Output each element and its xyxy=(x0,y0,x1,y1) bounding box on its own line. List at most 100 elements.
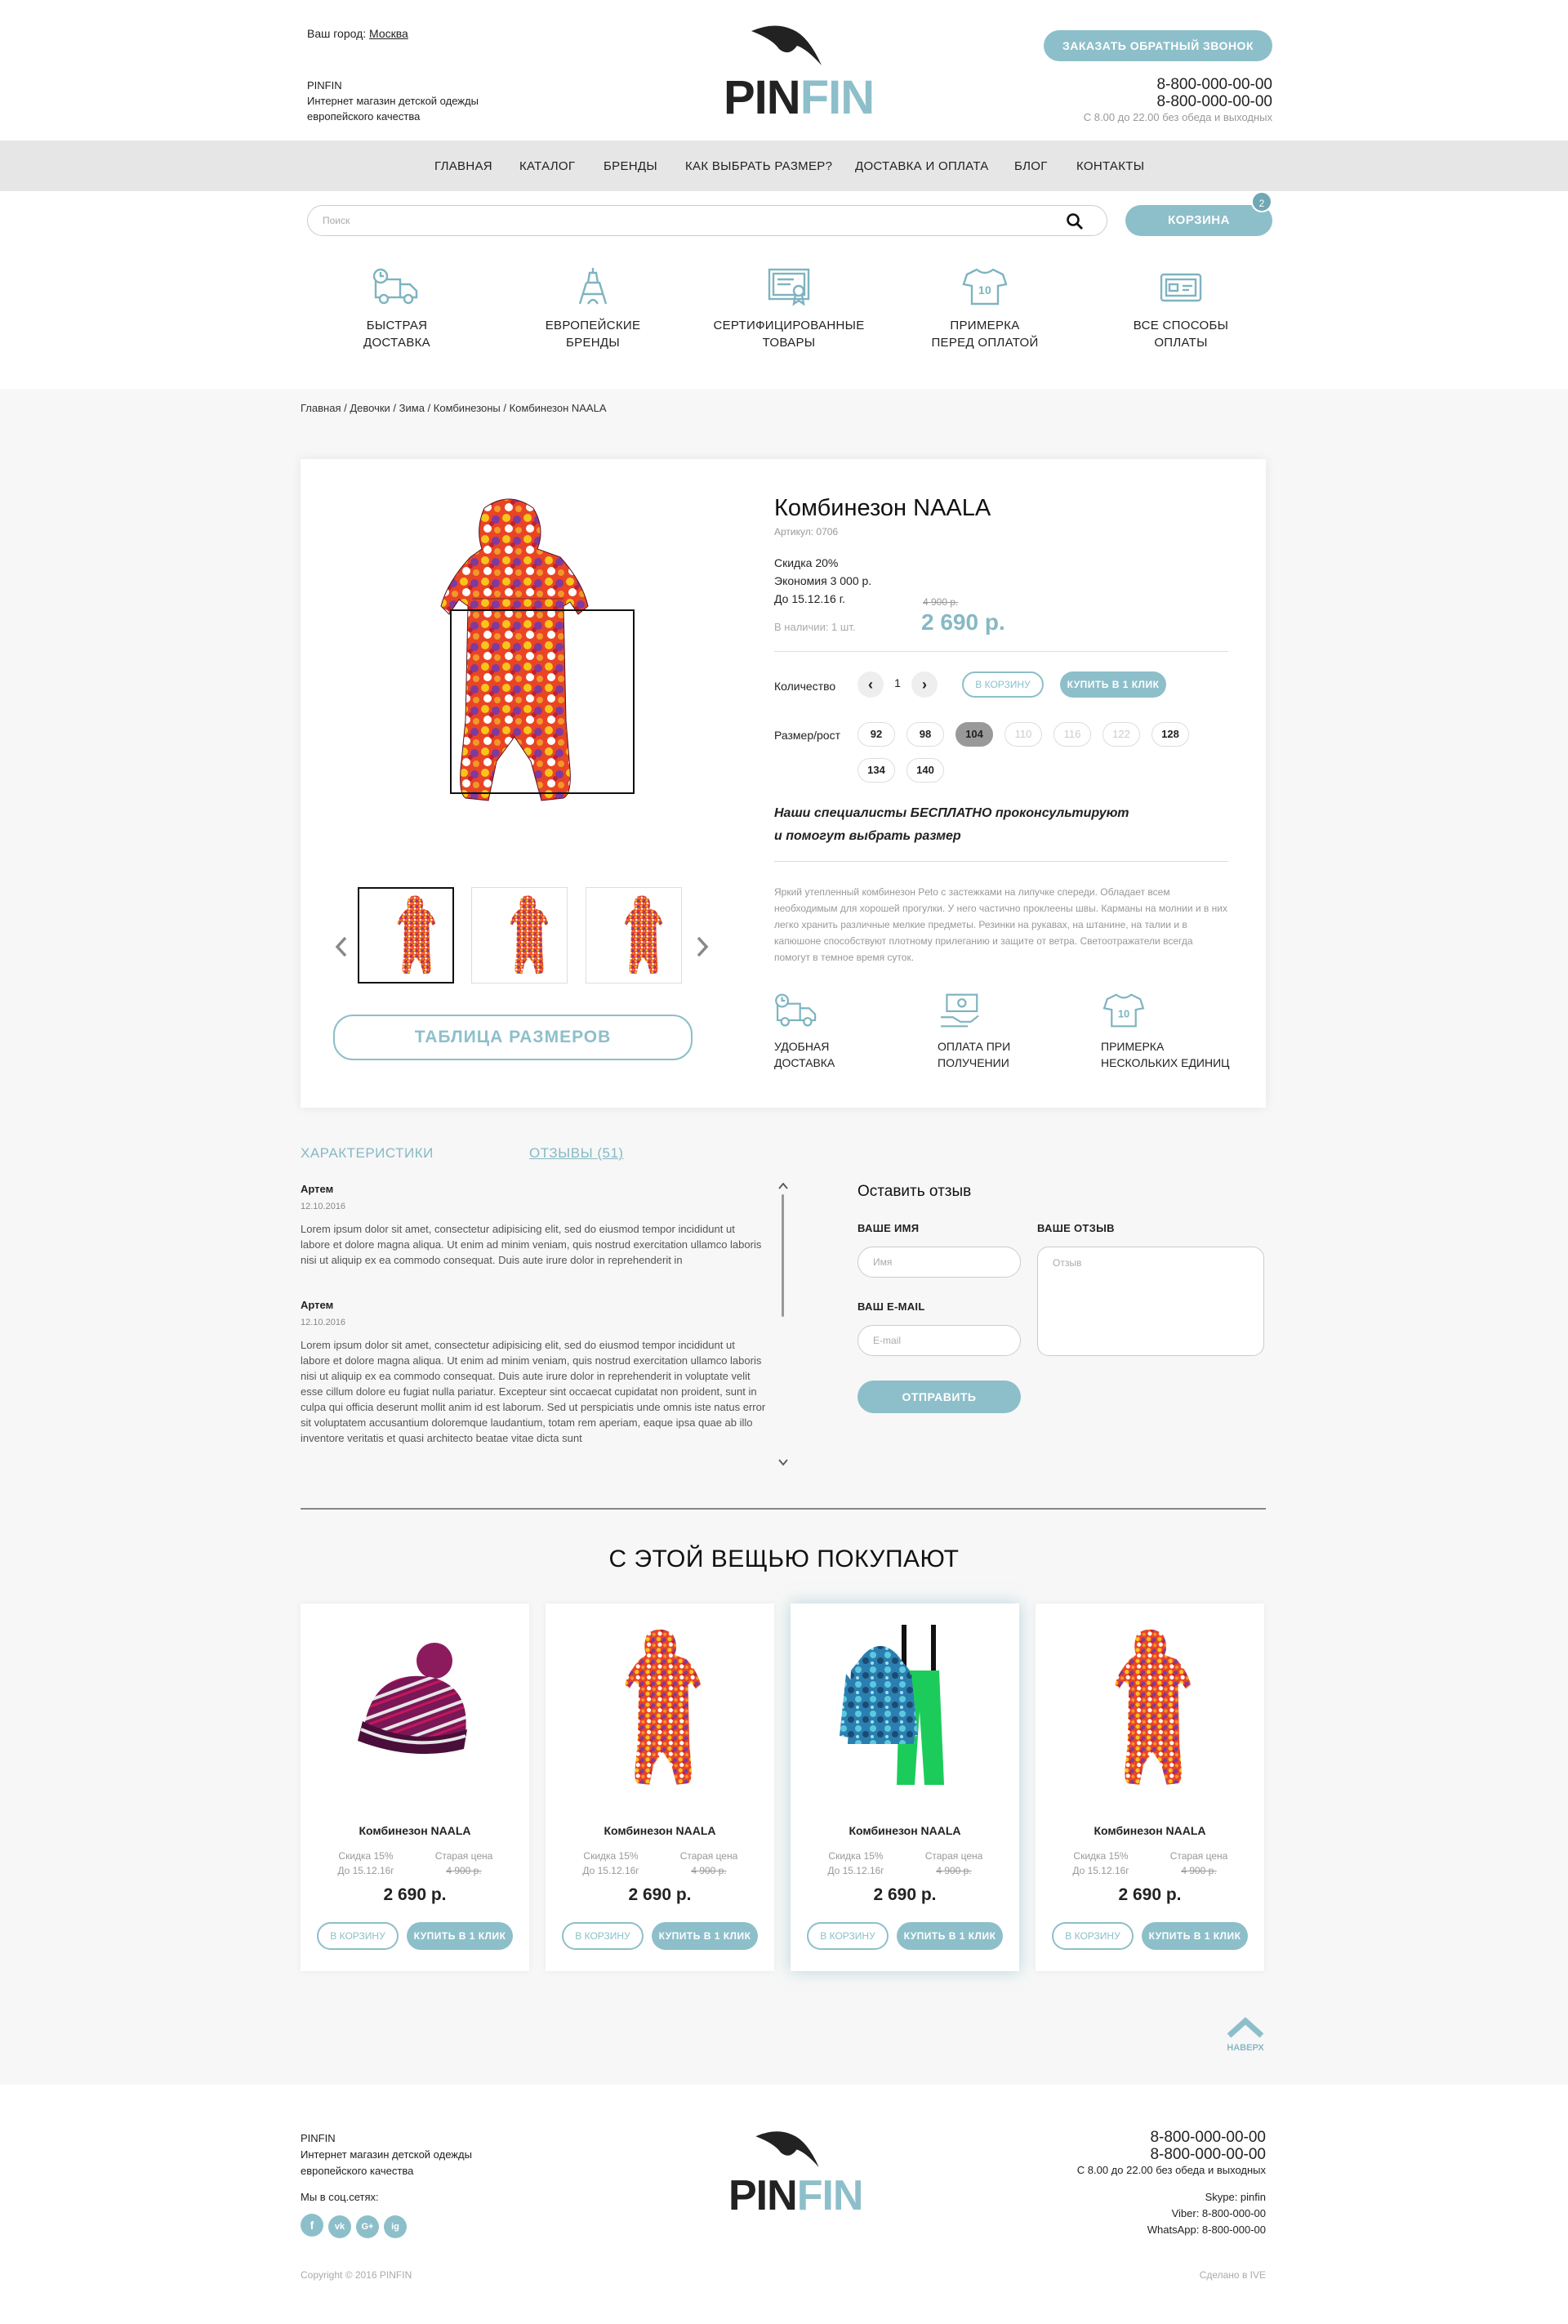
thumbnail-3-image xyxy=(624,895,663,975)
feature-certified: СЕРТИФИЦИРОВАННЫЕ ТОВАРЫ xyxy=(707,266,871,351)
manta-ray-icon xyxy=(751,25,822,65)
feature-fast-delivery: БЫСТРАЯ ДОСТАВКА xyxy=(315,266,479,351)
scroll-down-icon[interactable] xyxy=(777,1457,789,1467)
search-input[interactable]: Поиск xyxy=(307,205,1107,236)
email-label: ВАШ E-MAIL xyxy=(858,1300,925,1313)
email-input[interactable]: E-mail xyxy=(858,1325,1021,1356)
site-logo[interactable]: PINFIN xyxy=(724,25,875,123)
name-input[interactable]: Имя xyxy=(858,1247,1021,1278)
buy-one-click-button[interactable]: КУПИТЬ В 1 КЛИК xyxy=(1060,671,1166,698)
related-buy-button[interactable]: КУПИТЬ В 1 КЛИК xyxy=(407,1922,513,1950)
related-cart-button[interactable]: В КОРЗИНУ xyxy=(317,1922,399,1950)
breadcrumb-girls[interactable]: Девочки xyxy=(350,402,390,414)
size-option[interactable]: 134 xyxy=(858,758,895,783)
instagram-icon[interactable]: ig xyxy=(384,2215,407,2238)
size-label: Размер/рост xyxy=(774,729,840,742)
product-old-price: 4 900 р. xyxy=(923,596,959,608)
footer-phone-1[interactable]: 8-800-000-00-00 xyxy=(980,2129,1266,2146)
cart-button[interactable]: КОРЗИНА xyxy=(1125,205,1272,236)
header-tagline-1: Интернет магазин детской одежды xyxy=(307,95,479,107)
size-option[interactable]: 92 xyxy=(858,722,895,747)
product-title: Комбинезон NAALA xyxy=(774,495,991,521)
breadcrumb: Главная / Девочки / Зима / Комбинезоны /… xyxy=(301,402,607,414)
review-form-title: Оставить отзыв xyxy=(858,1183,972,1200)
site-header: Ваш город: Москва PINFIN Интернет магази… xyxy=(0,0,1568,141)
footer-phone-2[interactable]: 8-800-000-00-00 xyxy=(980,2146,1266,2163)
size-option[interactable]: 140 xyxy=(906,758,944,783)
related-card[interactable]: Комбинезон NAALA Скидка 15% До 15.12.16г … xyxy=(546,1604,774,1971)
thumb-next-arrow-icon[interactable] xyxy=(694,935,710,959)
related-card[interactable]: Комбинезон NAALA Скидка 15% До 15.12.16г … xyxy=(791,1604,1019,1971)
nav-item-delivery[interactable]: ДОСТАВКА И ОПЛАТА xyxy=(855,159,989,173)
google-plus-icon[interactable]: G+ xyxy=(356,2215,379,2238)
related-price: 2 690 р. xyxy=(873,1885,937,1904)
related-card[interactable]: Комбинезон NAALA Скидка 15% До 15.12.16г … xyxy=(1036,1604,1264,1971)
thumb-prev-arrow-icon[interactable] xyxy=(333,935,350,959)
footer-logo[interactable]: PINFIN xyxy=(728,2130,863,2220)
city-link[interactable]: Москва xyxy=(369,27,408,40)
nav-item-blog[interactable]: БЛОГ xyxy=(1014,159,1048,173)
consult-line-1: Наши специалисты БЕСПЛАТНО проконсультир… xyxy=(774,806,1129,820)
related-cart-button[interactable]: В КОРЗИНУ xyxy=(562,1922,644,1950)
footer-tagline-1: Интернет магазин детской одежды xyxy=(301,2148,472,2161)
logo-fin: FIN xyxy=(800,71,875,124)
callback-button[interactable]: ЗАКАЗАТЬ ОБРАТНЫЙ ЗВОНОК xyxy=(1044,30,1272,61)
product-price: 2 690 р. xyxy=(921,609,1005,635)
reviews-scrollbar[interactable] xyxy=(782,1194,784,1317)
review-textarea[interactable]: Отзыв xyxy=(1037,1247,1264,1356)
reviews-list[interactable]: Артем 12.10.2016 Lorem ipsum dolor sit a… xyxy=(301,1183,774,1469)
tab-characteristics[interactable]: ХАРАКТЕРИСТИКИ xyxy=(301,1145,434,1162)
footer-hours: С 8.00 до 22.00 без обеда и выходных xyxy=(1076,2164,1266,2176)
nav-item-contacts[interactable]: КОНТАКТЫ xyxy=(1076,159,1144,173)
related-name[interactable]: Комбинезон NAALA xyxy=(301,1824,529,1837)
submit-review-button[interactable]: ОТПРАВИТЬ xyxy=(858,1381,1021,1413)
add-to-cart-button[interactable]: В КОРЗИНУ xyxy=(962,671,1044,698)
related-name[interactable]: Комбинезон NAALA xyxy=(546,1824,774,1837)
facebook-icon[interactable]: f xyxy=(301,2214,323,2237)
qty-increment-button[interactable]: › xyxy=(911,671,938,698)
breadcrumb-home[interactable]: Главная xyxy=(301,402,341,414)
qty-value[interactable]: 1 xyxy=(885,676,910,689)
made-by[interactable]: Сделано в IVE xyxy=(1062,2269,1266,2281)
nav-item-home[interactable]: ГЛАВНАЯ xyxy=(434,159,492,173)
product-article: Артикул: 0706 xyxy=(774,526,839,538)
qty-decrement-button[interactable]: ‹ xyxy=(858,671,884,698)
nav-item-brands[interactable]: БРЕНДЫ xyxy=(604,159,657,173)
header-phone-1[interactable]: 8-800-000-00-00 xyxy=(1013,76,1272,93)
site-footer: PINFIN Интернет магазин детской одежды е… xyxy=(0,2085,1568,2324)
review-text: Lorem ipsum dolor sit amet, consectetur … xyxy=(301,1339,766,1444)
size-option[interactable]: 128 xyxy=(1152,722,1189,747)
review-author: Артем xyxy=(301,1183,334,1195)
header-phone-2[interactable]: 8-800-000-00-00 xyxy=(1013,93,1272,110)
related-buy-button[interactable]: КУПИТЬ В 1 КЛИК xyxy=(652,1922,758,1950)
related-cart-button[interactable]: В КОРЗИНУ xyxy=(807,1922,889,1950)
social-links: f vk G+ ig xyxy=(301,2214,407,2238)
footer-skype[interactable]: Skype: pinfin xyxy=(980,2189,1266,2206)
size-option-selected[interactable]: 104 xyxy=(956,722,993,747)
nav-item-size-guide[interactable]: КАК ВЫБРАТЬ РАЗМЕР? xyxy=(685,159,832,173)
footer-viber[interactable]: Viber: 8-800-000-00 xyxy=(980,2206,1266,2222)
review-date: 12.10.2016 xyxy=(301,1318,346,1327)
scroll-up-icon[interactable] xyxy=(777,1181,789,1191)
related-buy-button[interactable]: КУПИТЬ В 1 КЛИК xyxy=(1142,1922,1248,1950)
footer-brand: PINFIN xyxy=(301,2132,336,2144)
vk-icon[interactable]: vk xyxy=(328,2215,351,2238)
product-image-hat xyxy=(358,1643,467,1755)
nav-item-catalog[interactable]: КАТАЛОГ xyxy=(519,159,575,173)
footer-whatsapp[interactable]: WhatsApp: 8-800-000-00 xyxy=(980,2222,1266,2238)
tab-reviews[interactable]: ОТЗЫВЫ (51) xyxy=(529,1145,624,1162)
breadcrumb-overalls[interactable]: Комбинезоны xyxy=(434,402,501,414)
perk-fitting: 10 ПРИМЕРКА НЕСКОЛЬКИХ ЕДИНИЦ xyxy=(1101,992,1264,1071)
related-buy-button[interactable]: КУПИТЬ В 1 КЛИК xyxy=(897,1922,1003,1950)
size-table-button[interactable]: ТАБЛИЦА РАЗМЕРОВ xyxy=(333,1015,693,1060)
search-icon[interactable] xyxy=(1066,212,1084,230)
related-name[interactable]: Комбинезон NAALA xyxy=(1036,1824,1264,1837)
related-name[interactable]: Комбинезон NAALA xyxy=(791,1824,1019,1837)
review-item: Артем 12.10.2016 Lorem ipsum dolor sit a… xyxy=(301,1183,774,1268)
related-cart-button[interactable]: В КОРЗИНУ xyxy=(1052,1922,1134,1950)
related-card[interactable]: Комбинезон NAALA Скидка 15% До 15.12.16г … xyxy=(301,1604,529,1971)
breadcrumb-winter[interactable]: Зима xyxy=(399,402,425,414)
size-option[interactable]: 98 xyxy=(906,722,944,747)
city-selector: Ваш город: Москва xyxy=(307,27,408,40)
back-to-top[interactable]: НАВЕРХ xyxy=(1217,2016,1274,2053)
